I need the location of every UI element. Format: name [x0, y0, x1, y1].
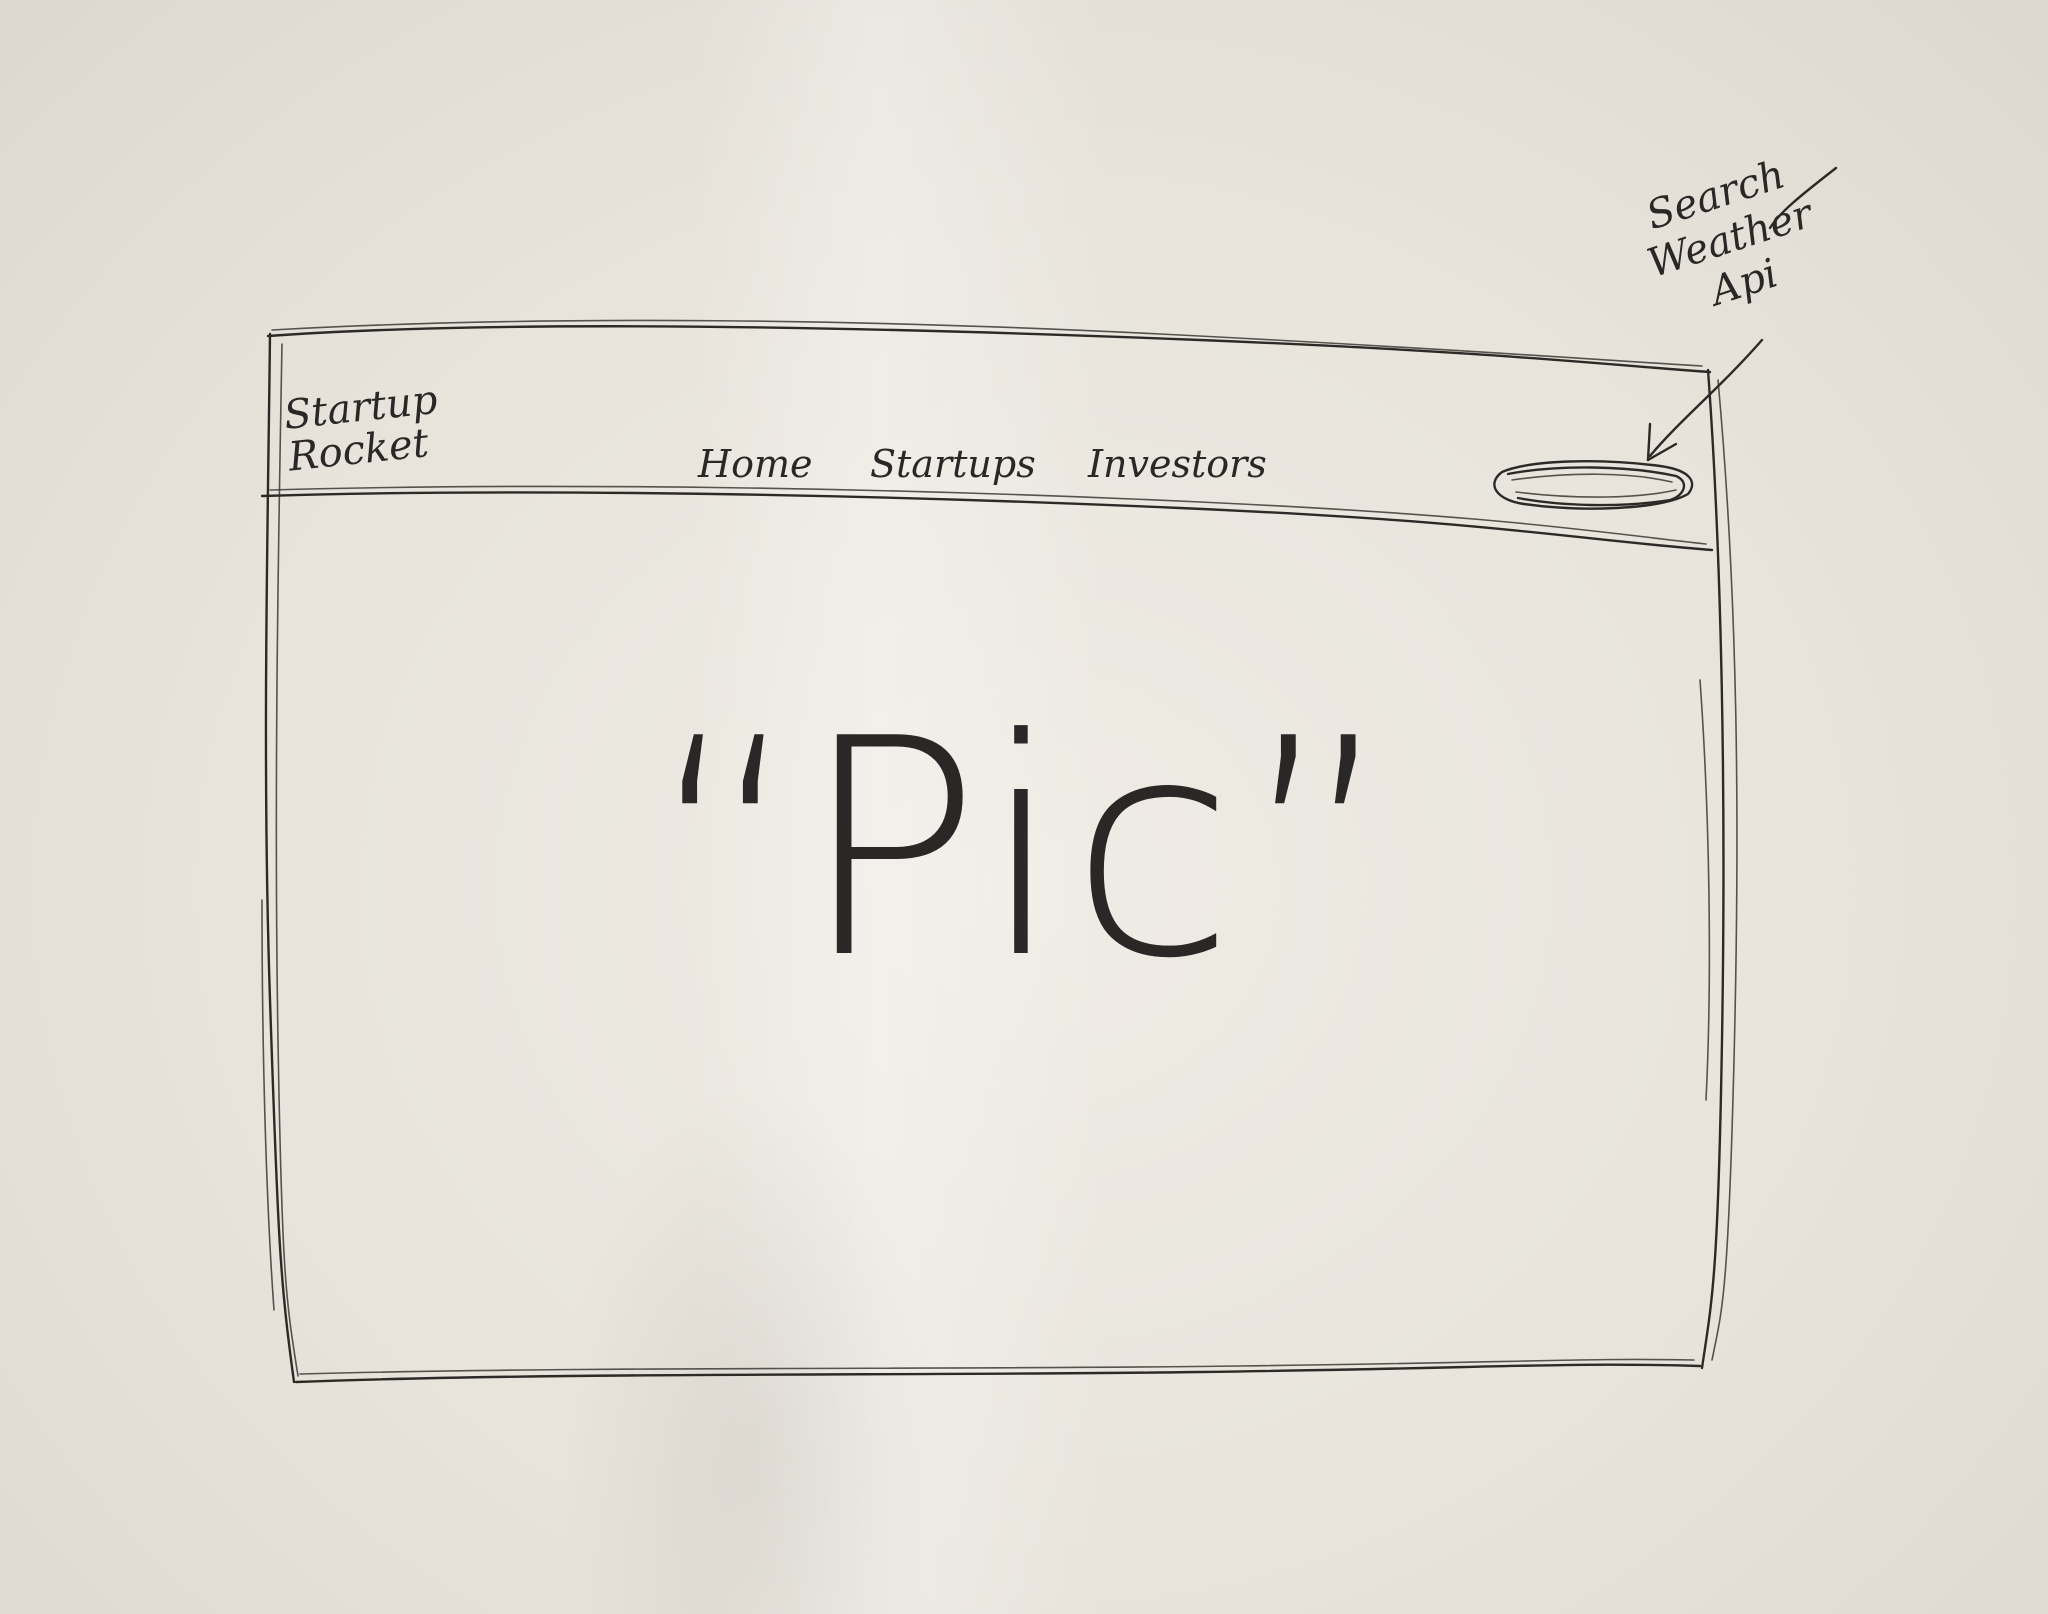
paper-sheet: Startup Rocket Home Startups Investors S… [0, 0, 2048, 1614]
nav-link-home[interactable]: Home [698, 445, 813, 483]
navbar-divider [260, 485, 1714, 552]
search-input[interactable] [1496, 455, 1696, 505]
nav-link-startups[interactable]: Startups [870, 445, 1036, 483]
nav-link-investors[interactable]: Investors [1088, 445, 1267, 483]
hero-image-placeholder: “Pic” [648, 675, 1403, 1024]
